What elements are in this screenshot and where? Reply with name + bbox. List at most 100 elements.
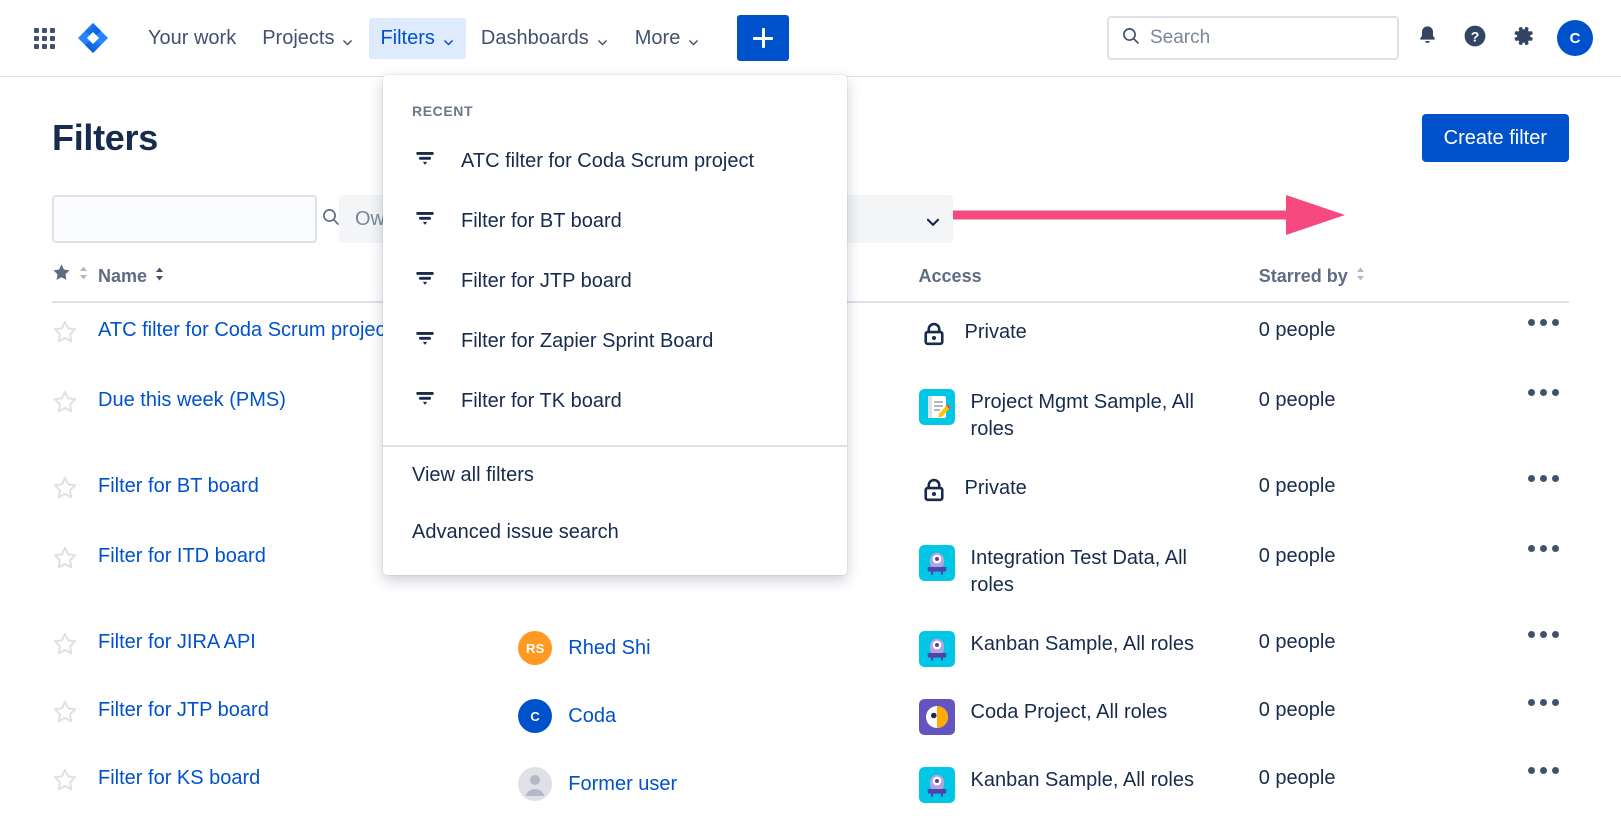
access-label: Kanban Sample, All roles (971, 767, 1194, 794)
row-name-cell: Filter for KS board (98, 751, 518, 819)
row-access-cell: Private (919, 302, 1259, 373)
filter-name-link[interactable]: Due this week (PMS) (98, 389, 286, 411)
row-actions-cell (1459, 615, 1569, 683)
row-star-cell[interactable] (52, 373, 98, 459)
filter-funnel-icon (412, 205, 438, 237)
star-filled-icon (52, 263, 71, 287)
dropdown-recent-item[interactable]: Filter for JTP board (383, 251, 847, 311)
dropdown-recent-item[interactable]: ATC filter for Coda Scrum project (383, 131, 847, 191)
row-access-cell: Kanban Sample, All roles (919, 751, 1259, 819)
column-header-access-label: Access (919, 266, 982, 287)
dropdown-recent-list: ATC filter for Coda Scrum project Filter… (383, 131, 847, 431)
row-star-cell[interactable] (52, 683, 98, 751)
dropdown-recent-item[interactable]: Filter for BT board (383, 191, 847, 251)
owner-name-link[interactable]: Rhed Shi (568, 637, 650, 660)
dropdown-item-view-all-filters[interactable]: View all filters (383, 447, 847, 504)
filter-name-link[interactable]: Filter for JTP board (98, 699, 269, 721)
access-label: Integration Test Data, All roles (971, 545, 1211, 599)
access-label: Coda Project, All roles (971, 699, 1168, 726)
owner-name-link[interactable]: Coda (568, 705, 616, 728)
more-actions-button[interactable] (1459, 475, 1569, 482)
column-header-star[interactable] (52, 263, 98, 302)
row-star-cell[interactable] (52, 615, 98, 683)
row-access-cell: Kanban Sample, All roles (919, 615, 1259, 683)
filter-funnel-icon (412, 325, 438, 357)
filter-name-link[interactable]: Filter for JIRA API (98, 631, 256, 653)
chevron-down-icon (341, 32, 354, 45)
row-star-cell[interactable] (52, 459, 98, 529)
page-title: Filters (52, 117, 158, 159)
row-access-cell: Integration Test Data, All roles (919, 529, 1259, 615)
notifications-button[interactable] (1407, 18, 1447, 58)
jira-logo-icon[interactable] (71, 16, 115, 60)
column-header-starred-by[interactable]: Starred by (1259, 263, 1459, 302)
more-actions-button[interactable] (1459, 319, 1569, 326)
row-star-cell[interactable] (52, 302, 98, 373)
gear-icon (1510, 23, 1536, 54)
dropdown-recent-item-label: Filter for Zapier Sprint Board (461, 330, 713, 353)
create-filter-button[interactable]: Create filter (1422, 114, 1569, 162)
star-outline-icon[interactable] (52, 631, 78, 663)
filter-name-link[interactable]: Filter for ITD board (98, 545, 266, 567)
row-actions-cell (1459, 683, 1569, 751)
create-issue-button[interactable] (737, 15, 789, 61)
nav-item-label: Your work (148, 27, 236, 50)
filter-name-link[interactable]: Filter for KS board (98, 767, 260, 789)
star-outline-icon[interactable] (52, 389, 78, 421)
search-input[interactable] (1150, 27, 1385, 49)
access-label: Private (965, 475, 1027, 502)
global-search-box[interactable] (1107, 16, 1399, 60)
nav-item-dashboards[interactable]: Dashboards (470, 18, 620, 59)
app-switcher-button[interactable] (25, 19, 63, 57)
filter-search-input[interactable] (68, 208, 313, 230)
settings-button[interactable] (1503, 18, 1543, 58)
dropdown-recent-item[interactable]: Filter for Zapier Sprint Board (383, 311, 847, 371)
dropdown-footer: View all filters Advanced issue search (383, 447, 847, 575)
svg-text:?: ? (1471, 28, 1480, 44)
filter-search-field[interactable] (52, 195, 317, 243)
chevron-down-icon (442, 32, 455, 45)
nav-item-filters[interactable]: Filters (369, 18, 465, 59)
filter-funnel-icon (412, 385, 438, 417)
dropdown-recent-item-label: Filter for TK board (461, 390, 622, 413)
star-outline-icon[interactable] (52, 319, 78, 351)
filter-funnel-icon (412, 145, 438, 177)
search-icon (321, 207, 341, 232)
owner-name-link[interactable]: Former user (568, 773, 677, 796)
column-header-name-label: Name (98, 266, 147, 287)
nav-item-label: More (635, 27, 681, 50)
table-row: Filter for KS board Former user Kanban S… (52, 751, 1569, 819)
user-avatar[interactable]: C (1557, 20, 1593, 56)
more-actions-button[interactable] (1459, 631, 1569, 638)
star-outline-icon[interactable] (52, 699, 78, 731)
access-label: Private (965, 319, 1027, 346)
row-actions-cell (1459, 529, 1569, 615)
row-starred-by-cell: 0 people (1259, 683, 1459, 751)
more-actions-button[interactable] (1459, 545, 1569, 552)
more-actions-button[interactable] (1459, 699, 1569, 706)
help-button[interactable]: ? (1455, 18, 1495, 58)
nav-item-projects[interactable]: Projects (251, 18, 365, 59)
row-star-cell[interactable] (52, 751, 98, 819)
star-outline-icon[interactable] (52, 475, 78, 507)
more-actions-button[interactable] (1459, 389, 1569, 396)
row-access-cell: Coda Project, All roles (919, 683, 1259, 751)
star-outline-icon[interactable] (52, 767, 78, 799)
access-label: Kanban Sample, All roles (971, 631, 1194, 658)
filter-name-link[interactable]: ATC filter for Coda Scrum project (98, 319, 391, 341)
filter-name-link[interactable]: Filter for BT board (98, 475, 259, 497)
nav-item-more[interactable]: More (624, 18, 712, 59)
row-access-cell: Private (919, 459, 1259, 529)
row-star-cell[interactable] (52, 529, 98, 615)
nav-item-label: Filters (380, 27, 434, 50)
row-actions-cell (1459, 751, 1569, 819)
nav-item-your-work[interactable]: Your work (137, 18, 247, 59)
top-navigation-bar: Your work Projects Filters Dashboards (0, 0, 1621, 77)
star-outline-icon[interactable] (52, 545, 78, 577)
column-header-access[interactable]: Access (919, 263, 1259, 302)
dropdown-recent-item[interactable]: Filter for TK board (383, 371, 847, 431)
lock-icon (919, 475, 949, 513)
filter-funnel-icon (412, 265, 438, 297)
more-actions-button[interactable] (1459, 767, 1569, 774)
dropdown-item-advanced-issue-search[interactable]: Advanced issue search (383, 504, 847, 561)
